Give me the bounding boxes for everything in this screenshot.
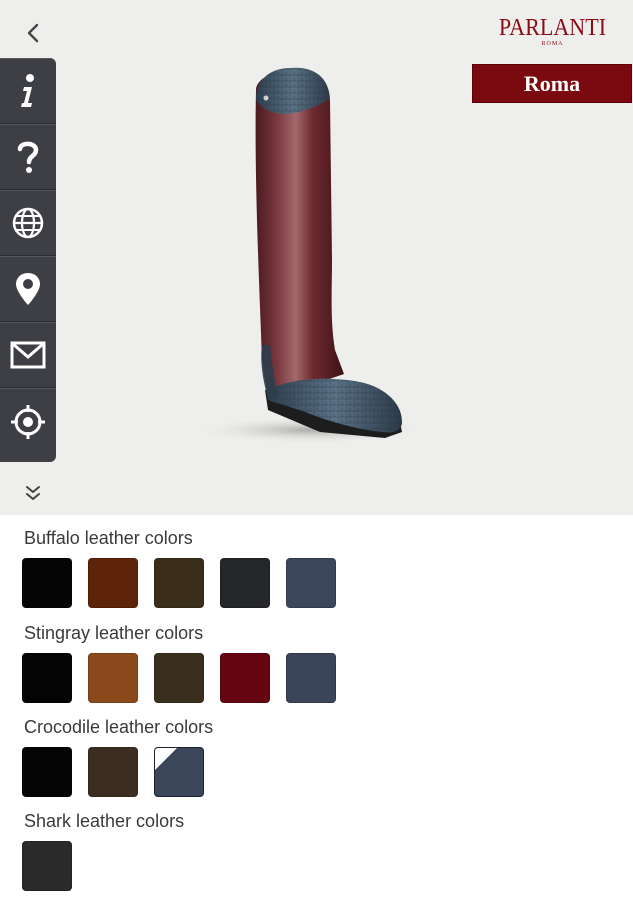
crocodile-swatches	[22, 747, 204, 797]
info-icon	[21, 74, 34, 107]
swatch-crocodile-navy-selected[interactable]	[154, 747, 204, 797]
swatch-buffalo-black[interactable]	[22, 558, 72, 608]
stingray-swatches	[22, 653, 336, 703]
contact-button[interactable]	[0, 322, 56, 388]
model-name-badge[interactable]: Roma	[472, 64, 632, 103]
target-icon	[11, 404, 45, 439]
swatch-stingray-tan[interactable]	[88, 653, 138, 703]
section-title-shark: Shark leather colors	[24, 811, 185, 831]
swatch-stingray-black[interactable]	[22, 653, 72, 703]
info-button[interactable]	[0, 58, 56, 124]
buffalo-swatches	[22, 558, 336, 608]
section-title-buffalo: Buffalo leather colors	[24, 528, 193, 548]
language-button[interactable]	[0, 190, 56, 256]
globe-icon	[12, 207, 44, 239]
swatch-buffalo-charcoal[interactable]	[220, 558, 270, 608]
swatch-shark-dark-gray[interactable]	[22, 841, 72, 891]
chevron-left-icon	[27, 23, 39, 43]
location-button[interactable]	[0, 256, 56, 322]
boot-viewer[interactable]: PARLANTI ROMA Roma	[0, 0, 633, 515]
back-button[interactable]	[18, 18, 48, 48]
brand-logo: PARLANTI ROMA	[490, 16, 615, 47]
double-chevron-down-icon	[26, 486, 40, 500]
help-button[interactable]	[0, 124, 56, 190]
location-pin-icon	[16, 273, 40, 305]
section-title-crocodile: Crocodile leather colors	[24, 717, 214, 737]
collapse-button[interactable]	[18, 478, 48, 508]
swatch-stingray-burgundy[interactable]	[220, 653, 270, 703]
swatch-stingray-navy[interactable]	[286, 653, 336, 703]
mail-icon	[10, 341, 46, 369]
shark-swatches	[22, 841, 72, 891]
boot-3d-model[interactable]	[170, 60, 470, 460]
section-title-stingray: Stingray leather colors	[24, 623, 204, 643]
recenter-button[interactable]	[0, 388, 56, 454]
swatch-buffalo-navy[interactable]	[286, 558, 336, 608]
brand-sub: ROMA	[541, 41, 564, 47]
swatch-buffalo-dark-brown[interactable]	[154, 558, 204, 608]
swatch-crocodile-black[interactable]	[22, 747, 72, 797]
swatch-buffalo-brown[interactable]	[88, 558, 138, 608]
swatch-stingray-dark-brown[interactable]	[154, 653, 204, 703]
swatch-crocodile-brown[interactable]	[88, 747, 138, 797]
brand-name: PARLANTI	[498, 15, 607, 41]
help-icon	[17, 141, 39, 173]
side-toolbar	[0, 58, 56, 462]
